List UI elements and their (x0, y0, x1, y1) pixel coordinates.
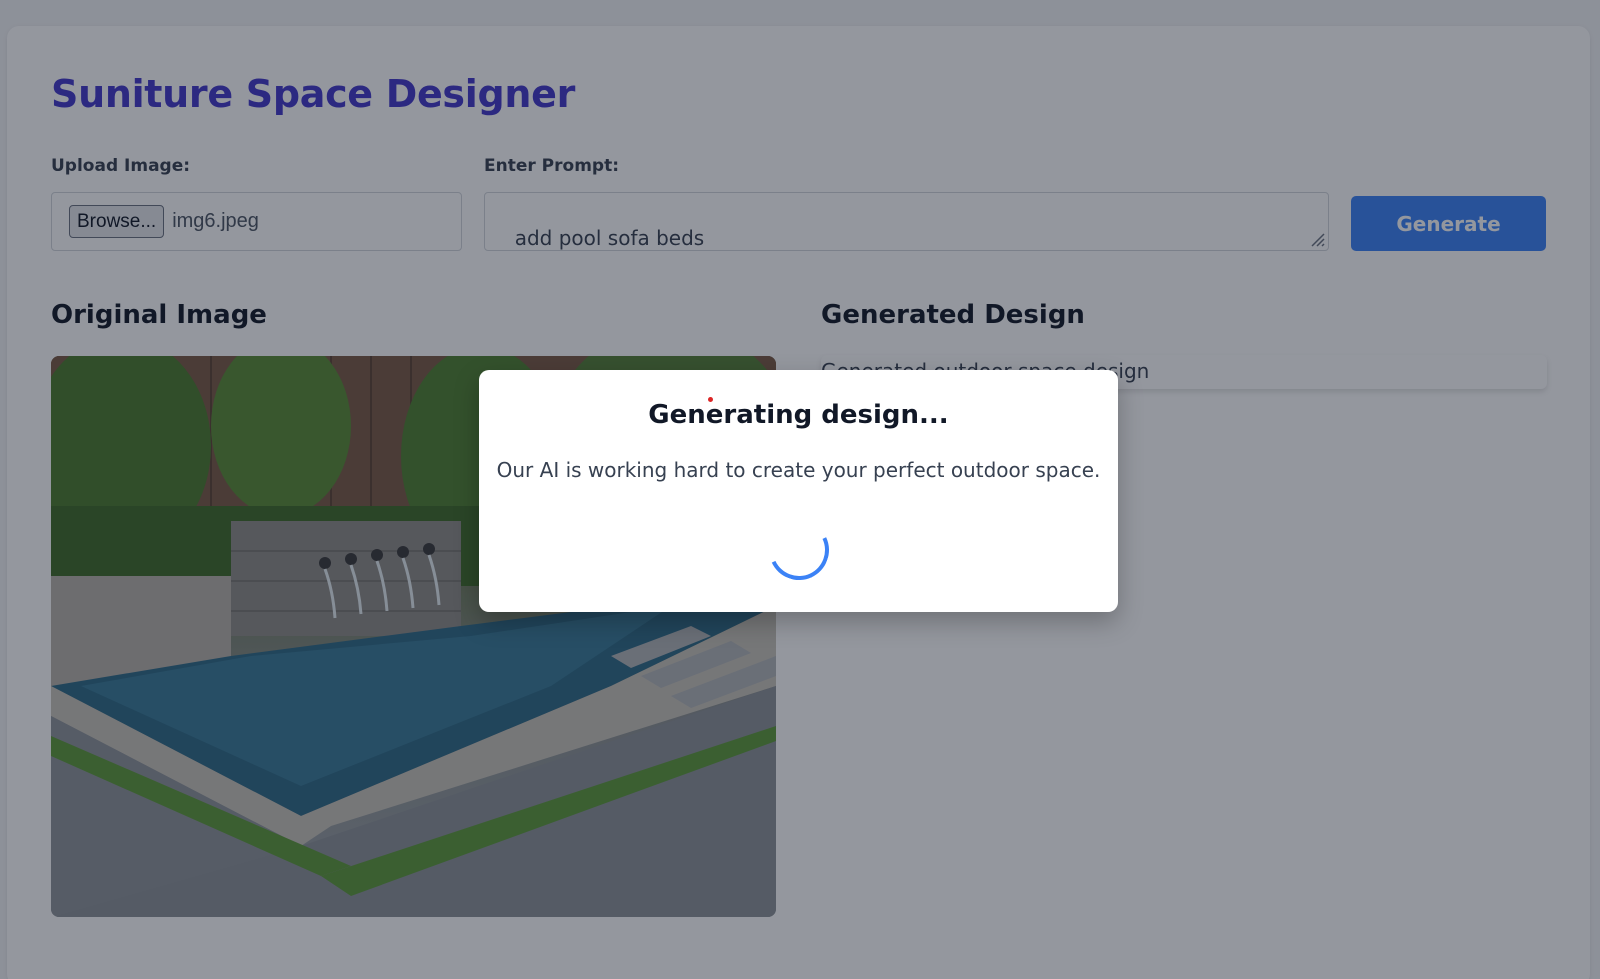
modal-title: Generating design... (648, 400, 949, 430)
loading-spinner-icon (760, 511, 838, 589)
loading-modal: Generating design... Our AI is working h… (479, 370, 1118, 612)
modal-message: Our AI is working hard to create your pe… (496, 458, 1101, 482)
